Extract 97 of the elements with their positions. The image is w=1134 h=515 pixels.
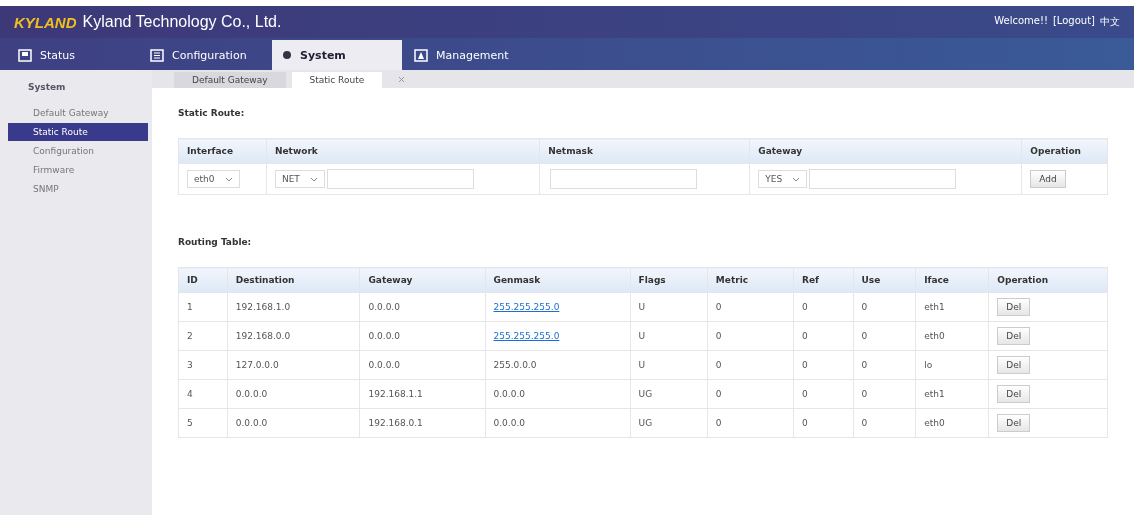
table-cell: 0: [793, 350, 854, 380]
table-cell: 0: [853, 321, 916, 351]
table-cell: 0: [793, 292, 854, 322]
caret-icon: [224, 176, 233, 182]
table-cell: 0.0.0.0: [227, 408, 360, 438]
column-header: ID: [178, 267, 228, 293]
table-cell: 4: [178, 379, 228, 409]
table-cell: 255.0.0.0: [485, 350, 631, 380]
table-cell: 0: [707, 408, 794, 438]
delete-button[interactable]: Del: [997, 414, 1031, 432]
column-header: Netmask: [539, 138, 750, 164]
section-title: Static Route:: [178, 108, 246, 118]
table-cell: 0: [793, 408, 854, 438]
column-header: Iface: [915, 267, 989, 293]
column-header: Network: [266, 138, 540, 164]
network-field[interactable]: [326, 169, 474, 189]
nav-tab[interactable]: System: [272, 40, 402, 70]
table-cell: U: [630, 292, 708, 322]
column-header: Flags: [630, 267, 708, 293]
table-cell: U: [630, 350, 708, 380]
section-title: Routing Table:: [178, 237, 253, 247]
table-cell: 0: [793, 379, 854, 409]
table-cell: lo: [915, 350, 989, 380]
delete-button[interactable]: Del: [997, 385, 1031, 403]
nav-tab[interactable]: Status: [8, 40, 138, 70]
table-cell: 0.0.0.0: [227, 379, 360, 409]
table-cell: 0: [707, 321, 794, 351]
delete-button[interactable]: Del: [997, 356, 1031, 374]
column-header: Destination: [227, 267, 360, 293]
table-cell: eth1: [915, 379, 989, 409]
gateway-select[interactable]: YES: [758, 170, 808, 188]
table-cell: UG: [630, 408, 708, 438]
interface-select[interactable]: eth0: [187, 170, 240, 188]
sidebar-title: System: [27, 81, 67, 94]
table-cell: 0.0.0.0: [359, 350, 485, 380]
gateway-field[interactable]: [809, 169, 957, 189]
table-cell: 192.168.0.1: [359, 408, 485, 438]
column-header: Operation: [1021, 138, 1108, 164]
table-cell: 192.168.1.0: [227, 292, 360, 322]
sidebar-item[interactable]: Default Gateway: [8, 104, 148, 122]
nav-tab[interactable]: Management: [404, 40, 534, 70]
sidebar-item[interactable]: Static Route: [8, 123, 148, 141]
monitor-icon: [18, 48, 32, 62]
table-cell: 0.0.0.0: [485, 379, 631, 409]
column-header: Operation: [988, 267, 1108, 293]
table-cell: 0: [707, 350, 794, 380]
table-cell: UG: [630, 379, 708, 409]
table-cell: 0: [853, 350, 916, 380]
column-header: Gateway: [749, 138, 1022, 164]
sidebar-item[interactable]: Firmware: [8, 161, 148, 179]
genmask-link[interactable]: 255.255.255.0: [493, 331, 560, 341]
table-cell: 0.0.0.0: [359, 321, 485, 351]
nav-tab[interactable]: Configuration: [140, 40, 270, 70]
column-header: Interface: [178, 138, 267, 164]
delete-button[interactable]: Del: [997, 298, 1031, 316]
netmask-field[interactable]: [550, 169, 698, 189]
table-cell: 0.0.0.0: [359, 292, 485, 322]
delete-button[interactable]: Del: [997, 327, 1031, 345]
table-cell: eth0: [915, 408, 989, 438]
list-icon: [150, 48, 164, 62]
table-cell: 192.168.0.0: [227, 321, 360, 351]
add-button[interactable]: Add: [1030, 170, 1066, 188]
header-link[interactable]: [Logout]: [1052, 15, 1095, 29]
table-cell: U: [630, 321, 708, 351]
table-cell: 192.168.1.1: [359, 379, 485, 409]
page-tab[interactable]: Default Gateway: [174, 72, 286, 88]
column-header: Use: [853, 267, 916, 293]
table-cell: eth1: [915, 292, 989, 322]
column-header: Metric: [707, 267, 794, 293]
table-cell: 0.0.0.0: [485, 408, 631, 438]
table-cell: 0: [793, 321, 854, 351]
header-link[interactable]: 中文: [1100, 15, 1120, 29]
table-cell: 3: [178, 350, 228, 380]
genmask-link[interactable]: 255.255.255.0: [493, 302, 560, 312]
header-link[interactable]: Welcome!!: [994, 15, 1048, 29]
table-cell: 1: [178, 292, 228, 322]
table-cell: 0: [853, 379, 916, 409]
table-cell: 0: [853, 408, 916, 438]
table-cell: 127.0.0.0: [227, 350, 360, 380]
person-icon: [414, 48, 428, 62]
sidebar-item[interactable]: Configuration: [8, 142, 148, 160]
table-cell: 0: [853, 292, 916, 322]
caret-icon: [792, 176, 801, 182]
network-select[interactable]: NET: [274, 170, 325, 188]
table-cell: eth0: [915, 321, 989, 351]
logo: KYLAND: [14, 13, 77, 31]
column-header: Gateway: [359, 267, 485, 293]
caret-icon: [309, 176, 318, 182]
sidebar-item[interactable]: SNMP: [8, 180, 148, 198]
company-title: Kyland Technology Co., Ltd.: [82, 13, 282, 31]
table-cell: 0: [707, 379, 794, 409]
table-cell: 0: [707, 292, 794, 322]
column-header: Genmask: [485, 267, 631, 293]
table-cell: 5: [178, 408, 228, 438]
column-header: Ref: [793, 267, 854, 293]
page-tab[interactable]: Static Route: [291, 72, 383, 88]
table-cell: 2: [178, 321, 228, 351]
